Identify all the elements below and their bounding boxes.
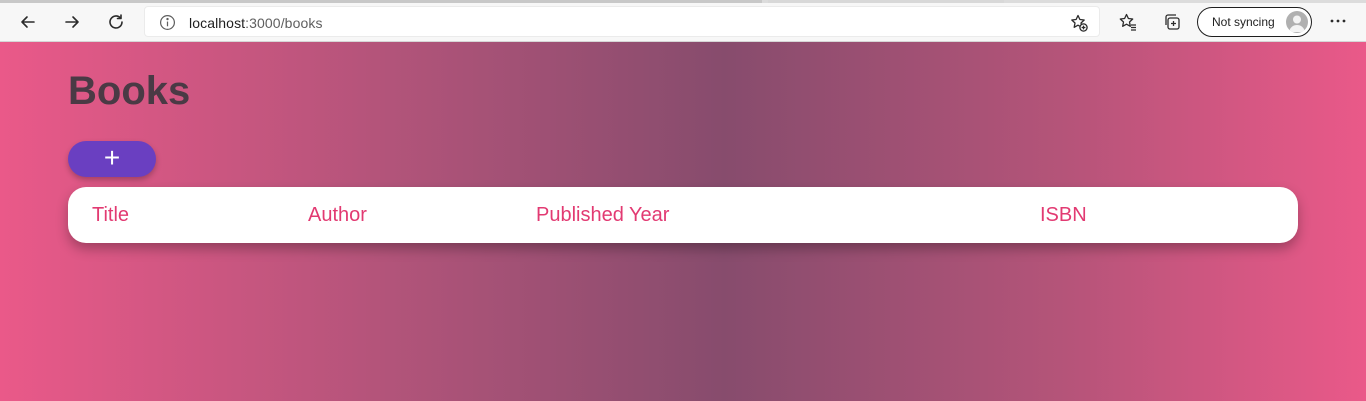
person-icon [1289, 15, 1305, 32]
tab-strip-active [0, 0, 762, 3]
more-button[interactable] [1327, 10, 1349, 32]
column-header-title[interactable]: Title [92, 204, 129, 227]
avatar [1286, 11, 1308, 33]
favorites-icon [1119, 13, 1136, 31]
back-button[interactable] [14, 8, 42, 36]
tab-strip-segment [768, 0, 1004, 3]
page-viewport: Books + Title Author Published Year ISBN [0, 42, 1366, 401]
browser-toolbar: localhost:3000/books Not syncing [0, 0, 1366, 42]
more-horizontal-icon [1330, 19, 1346, 23]
add-label: + [103, 142, 121, 173]
star-plus-icon[interactable] [1069, 13, 1089, 33]
collections-button[interactable] [1160, 10, 1184, 34]
tab-strip-edge [0, 0, 1366, 3]
arrow-left-icon [21, 16, 35, 28]
books-table-header: Title Author Published Year ISBN [68, 187, 1298, 243]
forward-button[interactable] [58, 8, 86, 36]
url-path: :3000/books [245, 15, 323, 31]
favorites-button[interactable] [1116, 10, 1140, 34]
address-bar[interactable]: localhost:3000/books [144, 6, 1100, 37]
url-host: localhost [189, 15, 246, 31]
arrow-right-icon [65, 16, 79, 28]
collections-icon [1165, 14, 1180, 30]
info-icon[interactable] [159, 14, 176, 31]
column-header-published-year[interactable]: Published Year [536, 204, 669, 227]
refresh-button[interactable] [102, 8, 130, 36]
column-header-isbn[interactable]: ISBN [1040, 204, 1087, 227]
page-title: Books [68, 69, 191, 113]
add-book-button[interactable]: + [68, 141, 156, 177]
profile-label: Not syncing [1212, 15, 1275, 29]
column-header-author[interactable]: Author [308, 204, 367, 227]
url-text[interactable]: localhost:3000/books [189, 15, 323, 31]
profile-button[interactable]: Not syncing [1197, 7, 1312, 37]
refresh-icon [109, 14, 123, 29]
